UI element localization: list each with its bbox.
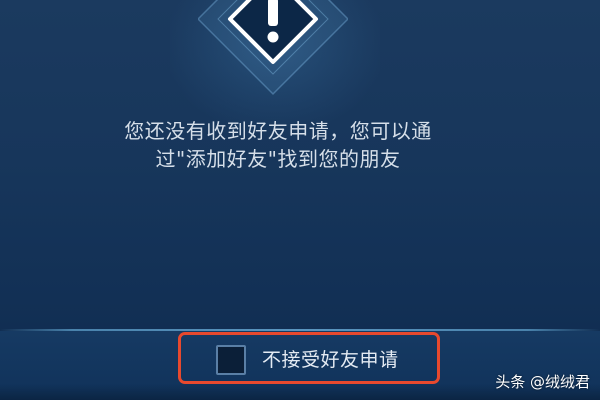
- reject-requests-checkbox[interactable]: [216, 345, 246, 375]
- watermark: 头条 @绒绒君: [495, 373, 590, 391]
- reject-requests-label[interactable]: 不接受好友申请: [262, 346, 399, 374]
- friend-requests-screen: 您还没有收到好友申请，您可以通过"添加好友"找到您的朋友 不接受好友申请 头条 …: [0, 0, 600, 400]
- empty-requests-message: 您还没有收到好友申请，您可以通过"添加好友"找到您的朋友: [124, 119, 432, 171]
- exclamation-icon: [198, 0, 348, 96]
